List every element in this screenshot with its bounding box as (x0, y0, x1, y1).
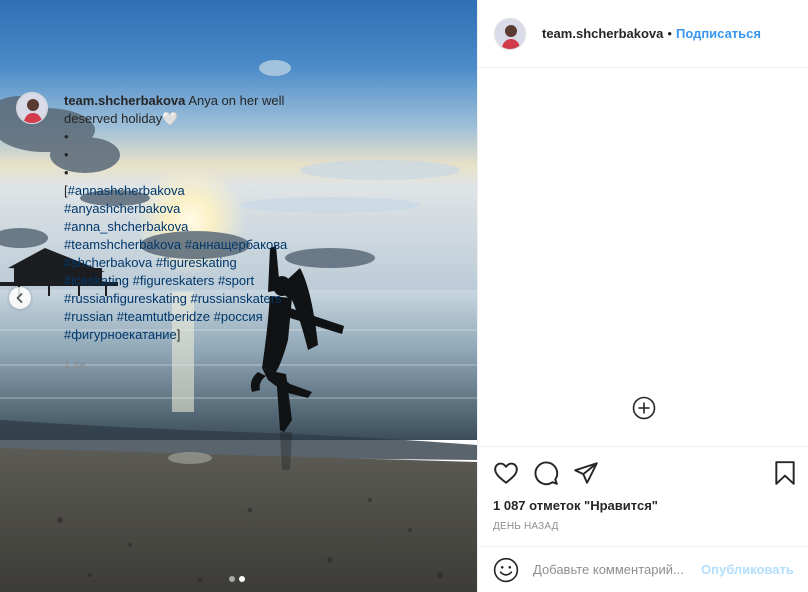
hashtag-link[interactable]: #фигурноекатание (64, 327, 177, 342)
hashtag-link[interactable]: #teamtutberidze (117, 309, 210, 324)
hashtag-link[interactable]: #annashcherbakova (68, 183, 185, 198)
post-username[interactable]: team.shcherbakova (542, 26, 663, 41)
hashtag-link[interactable]: #russianskaters (190, 291, 281, 306)
post-header: team.shcherbakova • Подписаться (478, 0, 808, 68)
caption-bullet: • (64, 147, 69, 162)
hashtag-link[interactable]: #россия (214, 309, 263, 324)
comment-bar: Добавьте комментарий... Опубликовать (477, 546, 808, 592)
post-date: ДЕНЬ НАЗАД (493, 521, 559, 532)
hashtag-line: #anna_shcherbakova (64, 218, 326, 236)
avatar[interactable] (16, 92, 48, 124)
header-separator: • (667, 26, 672, 41)
post-time[interactable]: 1 дн. (64, 356, 326, 374)
comment-input[interactable]: Добавьте комментарий... (533, 562, 695, 577)
hashtag-link[interactable]: #аннащербакова (185, 237, 288, 252)
hashtag-link[interactable]: #figureskating (156, 255, 237, 270)
bookmark-icon[interactable] (772, 460, 798, 486)
hashtag-link[interactable]: #anyashcherbakova (64, 201, 180, 216)
hashtag-line: #teamshcherbakova #аннащербакова (64, 236, 326, 254)
caption: team.shcherbakova Anya on her well deser… (16, 92, 326, 374)
caption-username[interactable]: team.shcherbakova (64, 93, 185, 108)
hashtag-line: #russianfigureskating #russianskaters (64, 290, 326, 308)
hashtag-line: #anyashcherbakova (64, 200, 326, 218)
carousel-dot-active (239, 576, 245, 582)
hashtag-list: [#annashcherbakova #anyashcherbakova #anna… (64, 182, 326, 344)
hashtag-line: #iceskating #figureskaters #sport (64, 272, 326, 290)
caption-bullet: • (64, 129, 69, 144)
hashtag-link[interactable]: #russian (64, 309, 113, 324)
hashtag-link[interactable]: #russianfigureskating (64, 291, 187, 306)
share-icon[interactable] (573, 460, 599, 486)
caption-body: team.shcherbakova Anya on her well deser… (64, 92, 326, 374)
profile-photo (17, 93, 47, 123)
caption-first-line: team.shcherbakova Anya on her well (64, 92, 326, 110)
hashtag-line: #фигурноекатание] (64, 326, 326, 344)
follow-button[interactable]: Подписаться (676, 26, 761, 41)
caption-bullet: • (64, 165, 69, 180)
post-comment-button[interactable]: Опубликовать (701, 562, 794, 577)
hashtag-line: [#annashcherbakova (64, 182, 326, 200)
caption-text: ] (176, 327, 181, 342)
hashtag-link[interactable]: #anna_shcherbakova (64, 219, 188, 234)
carousel-indicator (229, 576, 245, 582)
action-icons (477, 447, 808, 487)
add-circle-icon[interactable] (632, 396, 656, 420)
hashtag-link[interactable]: #iceskating (64, 273, 129, 288)
hashtag-link[interactable]: #sport (218, 273, 254, 288)
hashtag-link[interactable]: #teamshcherbakova (64, 237, 181, 252)
profile-photo (495, 18, 525, 49)
hashtag-line: #russian #teamtutberidze #россия (64, 308, 326, 326)
comment-icon[interactable] (533, 460, 559, 486)
heart-icon[interactable] (493, 460, 519, 486)
caption-text: Anya on her well (188, 93, 285, 108)
likes-count[interactable]: 1 087 отметок "Нравится" (477, 498, 808, 513)
caption-text: deserved holiday🤍 (64, 111, 179, 126)
hashtag-line: #shcherbakova #figureskating (64, 254, 326, 272)
hashtag-link[interactable]: #figureskaters (133, 273, 215, 288)
smiley-icon[interactable] (493, 557, 519, 583)
post-actions: 1 087 отметок "Нравится" ДЕНЬ НАЗАД (477, 446, 808, 546)
carousel-dot (229, 576, 235, 582)
avatar[interactable] (494, 17, 526, 50)
hashtag-link[interactable]: #shcherbakova (64, 255, 152, 270)
